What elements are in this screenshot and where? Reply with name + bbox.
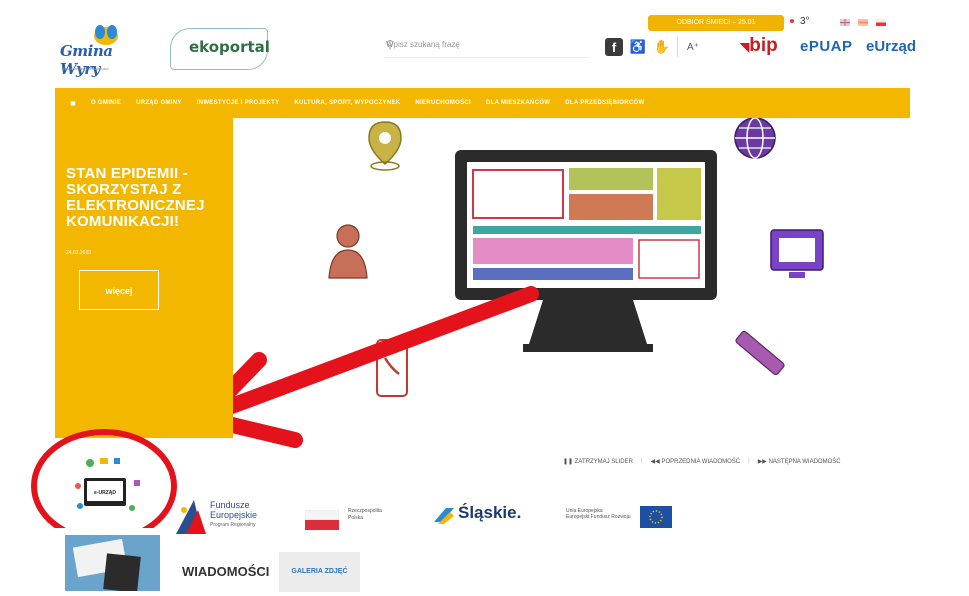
fundusze-logo-icon (176, 500, 206, 534)
ekoportal-logo[interactable]: ekoportal (170, 28, 270, 70)
waste-collection-button[interactable]: ODBIÓR ŚMIECI – 25.01 (648, 15, 784, 31)
person-icon (328, 224, 368, 279)
news-thumbnail[interactable] (65, 535, 160, 593)
flag-pl-icon[interactable] (876, 19, 886, 26)
ue-line2: Europejski Fundusz Rozwoju (566, 514, 631, 520)
pen-icon (735, 330, 785, 376)
fundusze-sub: Program Regionalny (210, 522, 256, 528)
facebook-icon[interactable]: f (605, 38, 623, 56)
news-thumbnail-image (72, 538, 141, 593)
rp-logo[interactable]: Rzeczpospolita Polska (348, 508, 382, 522)
gmina-logo[interactable]: Gmina Wyry gmina wielkich możliwości (58, 22, 156, 78)
tab-gallery[interactable]: GALERIA ZDJĘĆ (279, 552, 360, 592)
next-slide-button[interactable]: ▶▶ NASTĘPNA WIADOMOŚĆ (758, 458, 841, 465)
home-icon[interactable]: ■ (55, 98, 91, 108)
slaskie-logo-icon (434, 508, 454, 524)
nav-item-przedsiebiorcy[interactable]: DLA PRZEDSIĘBIORCÓW (565, 100, 644, 106)
main-navigation: ■ O GMINIE URZĄD GMINY INWESTYCJE I PROJ… (55, 88, 910, 118)
hero-illustration (233, 118, 824, 448)
wheelchair-icon[interactable]: ♿ (629, 38, 647, 56)
nav-item-mieszkancy[interactable]: DLA MIESZKAŃCÓW (486, 100, 550, 106)
eurzad-logo[interactable]: eUrząd (866, 38, 916, 55)
fundusze-line2: Europejskie (210, 510, 258, 520)
nav-item-inwestycje[interactable]: INWESTYCJE I PROJEKTY (197, 100, 280, 106)
prev-label: POPRZEDNIA WIADOMOŚĆ (661, 459, 741, 465)
divider: | (748, 458, 750, 464)
ue-logo[interactable]: Unia Europejska Europejski Fundusz Rozwo… (566, 508, 630, 520)
globe-icon (734, 118, 776, 159)
eu-flag-icon (640, 506, 672, 528)
search-input[interactable]: Wpisz szukaną frazę ⚲ (384, 35, 588, 58)
rp-line1: Rzeczpospolita (348, 508, 382, 514)
pause-icon: ❚❚ (563, 459, 575, 465)
prev-icon: ◀◀ (650, 459, 662, 465)
rp-line2: Polska (348, 515, 364, 521)
fundusze-line1: Fundusze (210, 500, 250, 510)
slider-controls: ❚❚ ZATRZYMAJ SLIDER | ◀◀ POPRZEDNIA WIAD… (563, 458, 841, 465)
divider (677, 37, 678, 57)
monitor-icon (455, 150, 717, 352)
small-monitor-icon (770, 229, 824, 278)
ekoportal-brand: ekoportal (189, 38, 270, 56)
accessibility-icons: f ♿ ✋ A⁺ (605, 35, 702, 59)
eurzad-widget[interactable]: e-URZĄD (30, 418, 180, 528)
eurzad-label: eUrząd (866, 38, 917, 55)
weather-temp: 3° (800, 16, 810, 27)
bip-label: bip (749, 35, 778, 56)
bip-logo[interactable]: ◥bip (740, 35, 778, 57)
hero-title: STAN EPIDEMII - SKORZYSTAJ Z ELEKTRONICZ… (66, 165, 205, 230)
nav-item-kultura[interactable]: KULTURA, SPORT, WYPOCZYNEK (294, 100, 400, 106)
font-size-icon[interactable]: A⁺ (684, 38, 702, 56)
location-pin-icon (368, 121, 402, 171)
nav-item-urzad-gminy[interactable]: URZĄD GMINY (136, 100, 182, 106)
nav-item-o-gminie[interactable]: O GMINIE (91, 100, 121, 106)
next-icon: ▶▶ (757, 459, 769, 465)
epuap-label: ePUAP (800, 38, 853, 55)
weather-widget: 3° (790, 16, 810, 27)
flag-de-icon[interactable] (858, 19, 868, 26)
next-label: NASTĘPNA WIADOMOŚĆ (768, 459, 841, 465)
flag-en-icon[interactable] (840, 19, 850, 26)
pause-slider-button[interactable]: ❚❚ ZATRZYMAJ SLIDER (563, 458, 633, 465)
pause-label: ZATRZYMAJ SLIDER (574, 459, 633, 465)
hero-date: 24.03.2020 (66, 250, 92, 256)
poland-flag-icon (305, 510, 339, 530)
nav-item-nieruchomosci[interactable]: NIERUCHOMOŚCI (415, 100, 471, 106)
hero-more-button[interactable]: więcej (79, 270, 159, 310)
content-tabs: WIADOMOŚCI GALERIA ZDJĘĆ (172, 552, 360, 592)
slaskie-logo[interactable]: Śląskie. (458, 503, 521, 523)
sign-language-icon[interactable]: ✋ (653, 38, 671, 56)
search-icon[interactable]: ⚲ (386, 38, 578, 51)
tab-news[interactable]: WIADOMOŚCI (172, 554, 279, 592)
gmina-tagline: gmina wielkich możliwości (62, 66, 109, 71)
prev-slide-button[interactable]: ◀◀ POPRZEDNIA WIADOMOŚĆ (651, 458, 741, 465)
svg-text:e-URZĄD: e-URZĄD (94, 490, 116, 496)
bip-flag-icon: ◥ (740, 40, 750, 54)
language-flags (840, 19, 886, 26)
weather-dot-icon (790, 19, 794, 24)
epuap-logo[interactable]: ePUAP (800, 38, 853, 55)
eurzad-widget-icon: e-URZĄD (75, 458, 140, 511)
fundusze-logo[interactable]: Fundusze Europejskie Program Regionalny (210, 500, 257, 530)
gmina-brand: Gmina Wyry (60, 42, 113, 78)
divider: | (640, 458, 643, 464)
